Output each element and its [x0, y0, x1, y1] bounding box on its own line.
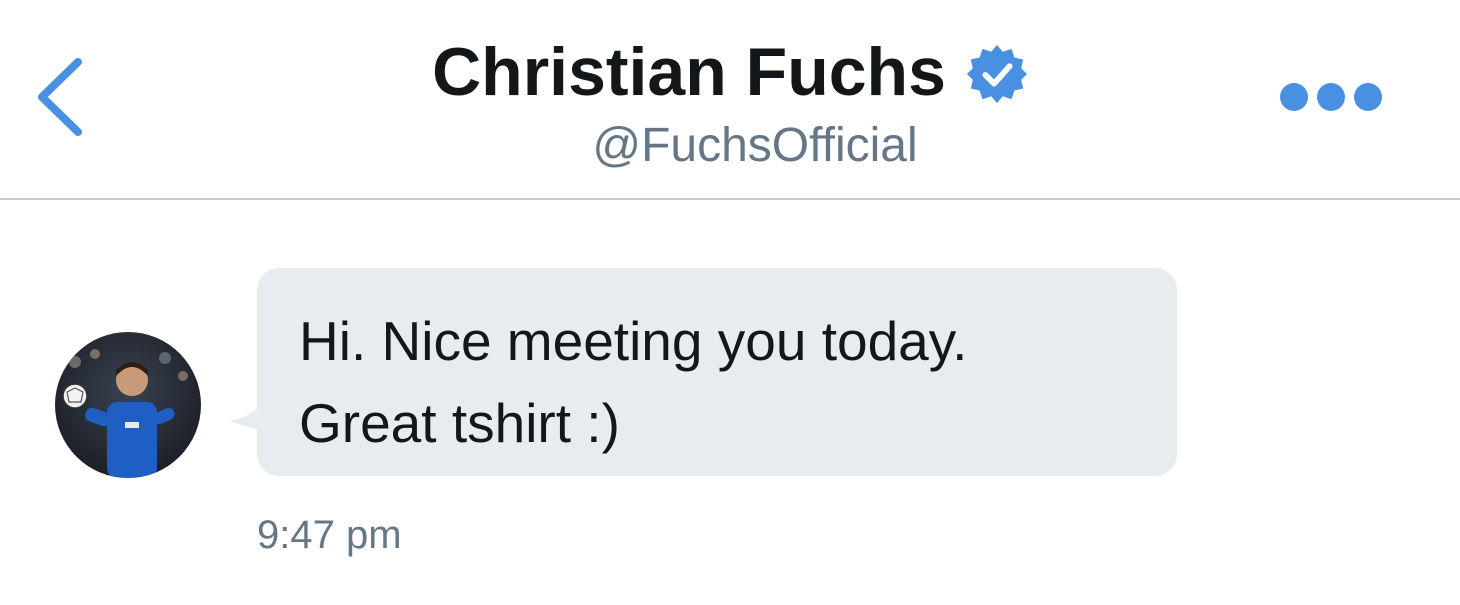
conversation-header: Christian Fuchs @FuchsOfficial [0, 0, 1460, 200]
verified-badge-icon [966, 44, 1027, 104]
more-options-button[interactable] [1274, 75, 1390, 119]
message-timestamp: 9:47 pm [257, 513, 402, 557]
title-line: Christian Fuchs [432, 30, 1028, 114]
profile-photo [55, 332, 201, 478]
avatar[interactable] [55, 332, 201, 478]
message-bubble[interactable]: Hi. Nice meeting you today. Great tshirt… [257, 268, 1177, 476]
contact-handle[interactable]: @FuchsOfficial [0, 116, 1460, 176]
title-block: Christian Fuchs @FuchsOfficial [0, 30, 1460, 176]
contact-name: Christian Fuchs [432, 34, 946, 110]
message-text: Hi. Nice meeting you today. Great tshirt… [299, 310, 968, 454]
more-dots-icon [1280, 83, 1382, 111]
